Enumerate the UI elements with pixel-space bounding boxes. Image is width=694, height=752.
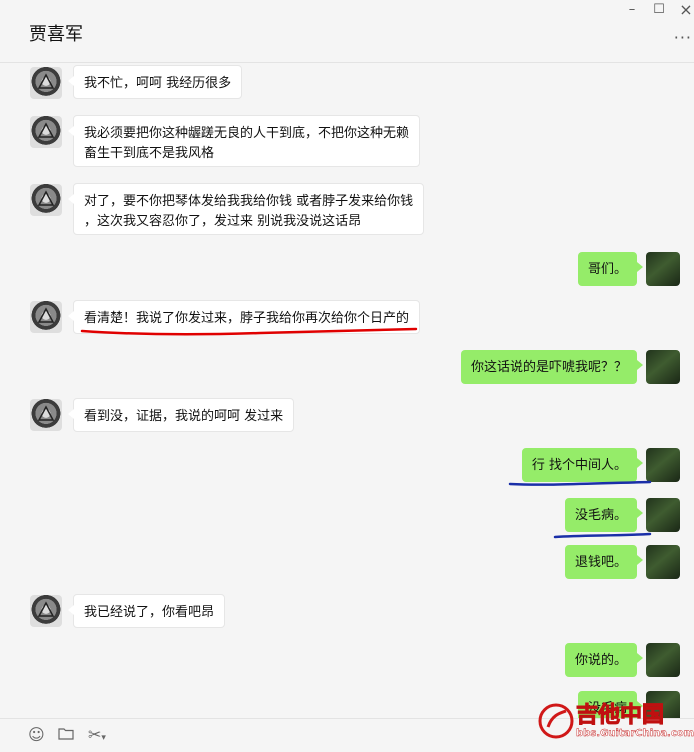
- message-bubble-self[interactable]: 你这话说的是吓唬我呢？？: [460, 350, 644, 384]
- message-text: 我已经说了，你看吧昂: [84, 605, 215, 620]
- message-text: 看清楚！我说了你发过来，脖子我给你再次给你个日产的: [84, 311, 410, 326]
- message-text: 没毛病。: [574, 508, 627, 523]
- blue-underline-annotation: [508, 480, 652, 486]
- message-text: 我不忙，呵呵 我经历很多: [84, 76, 232, 91]
- message-list[interactable]: 我不忙，呵呵 我经历很多 我必须要把你这种龌蹉无良的人干到底，不把你这种无赖 畜…: [0, 63, 694, 718]
- message-text: 退钱吧。: [574, 555, 627, 570]
- message-text: 你说的。: [574, 653, 627, 668]
- message-text: 哥们。: [587, 262, 627, 277]
- message-text-line: 畜生干到底不是我风格: [84, 146, 215, 161]
- contact-avatar[interactable]: [30, 301, 62, 333]
- message-bubble-self[interactable]: 你说的。: [564, 643, 644, 677]
- scissors-icon[interactable]: ✂▾: [88, 725, 106, 744]
- message-bubble[interactable]: 我必须要把你这种龌蹉无良的人干到底，不把你这种无赖 畜生干到底不是我风格: [67, 115, 421, 167]
- message-bubble[interactable]: 我已经说了，你看吧昂: [67, 594, 226, 628]
- self-avatar[interactable]: [646, 545, 680, 579]
- message-bubble[interactable]: 看到没，证据，我说的呵呵 发过来: [67, 398, 295, 432]
- self-avatar[interactable]: [646, 498, 680, 532]
- message-text-line: 对了，要不你把琴体发给我我给你钱 或者脖子发来给你钱: [84, 194, 414, 209]
- message-bubble-self[interactable]: 没毛病。: [564, 498, 644, 532]
- minimize-button[interactable]: –: [618, 1, 646, 19]
- message-text: 看到没，证据，我说的呵呵 发过来: [84, 409, 284, 424]
- message-bubble[interactable]: 我不忙，呵呵 我经历很多: [67, 65, 243, 99]
- folder-icon[interactable]: [58, 725, 74, 744]
- message-bubble-self[interactable]: 行 找个中间人。: [521, 448, 644, 482]
- smile-icon[interactable]: ☺: [28, 725, 45, 744]
- self-avatar[interactable]: [646, 252, 680, 286]
- maximize-button[interactable]: ☐: [645, 1, 673, 19]
- blue-underline-annotation: [553, 532, 652, 539]
- contact-avatar[interactable]: [30, 399, 62, 431]
- message-bubble-self[interactable]: 哥们。: [577, 252, 644, 286]
- message-bubble[interactable]: 对了，要不你把琴体发给我我给你钱 或者脖子发来给你钱 ，这次我又容忍你了，发过来…: [67, 183, 425, 235]
- message-text-line: 我必须要把你这种龌蹉无良的人干到底，不把你这种无赖: [84, 126, 410, 141]
- contact-avatar[interactable]: [30, 595, 62, 627]
- message-text: 行 找个中间人。: [531, 458, 627, 473]
- self-avatar[interactable]: [646, 350, 680, 384]
- self-avatar[interactable]: [646, 643, 680, 677]
- contact-avatar[interactable]: [30, 184, 62, 216]
- chat-header: 贾喜军 – ☐ × ···: [0, 0, 694, 63]
- guitar-logo-icon: [538, 703, 574, 739]
- watermark-name: 吉他中国: [575, 703, 665, 729]
- close-button[interactable]: ×: [672, 1, 694, 19]
- message-text-line: ，这次我又容忍你了，发过来 别说我没说这话昂: [84, 214, 362, 229]
- watermark-url: bbs.GuitarChina.com: [576, 728, 694, 739]
- contact-name: 贾喜军: [29, 24, 83, 45]
- self-avatar[interactable]: [646, 448, 680, 482]
- more-options-button[interactable]: ···: [674, 28, 692, 47]
- contact-avatar[interactable]: [30, 116, 62, 148]
- message-bubble-self[interactable]: 退钱吧。: [564, 545, 644, 579]
- watermark-logo: 吉他中国 bbs.GuitarChina.com: [536, 697, 694, 749]
- contact-avatar[interactable]: [30, 67, 62, 99]
- message-text: 你这话说的是吓唬我呢？？: [470, 360, 627, 375]
- red-underline-annotation: [80, 327, 418, 336]
